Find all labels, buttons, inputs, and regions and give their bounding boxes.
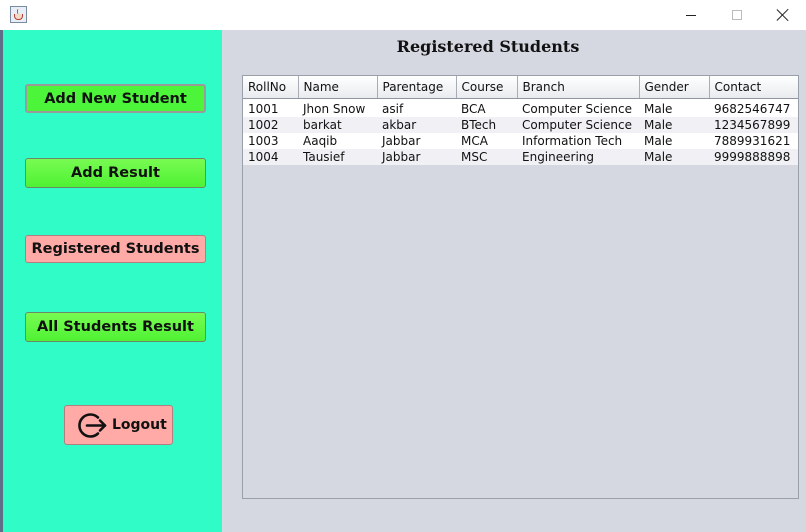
- table-cell: 9682546747: [709, 101, 798, 117]
- table-cell: Male: [639, 117, 709, 133]
- page-title: Registered Students: [396, 37, 580, 56]
- table-cell: Male: [639, 101, 709, 117]
- main-panel: Registered Students RollNo Name Parentag…: [222, 30, 806, 532]
- table-cell: Computer Science: [517, 101, 639, 117]
- all-students-result-button[interactable]: All Students Result: [25, 312, 206, 342]
- table-cell: 1234567899: [709, 117, 798, 133]
- table-cell: Computer Science: [517, 117, 639, 133]
- table-cell: MCA: [456, 133, 517, 149]
- table-cell: 1002: [243, 117, 298, 133]
- table-cell: asif: [377, 101, 456, 117]
- table-cell: barkat: [298, 117, 377, 133]
- table-row[interactable]: 1001 Jhon Snow asif BCA Computer Science…: [243, 101, 798, 117]
- registered-students-button[interactable]: Registered Students: [25, 235, 206, 263]
- logout-button[interactable]: Logout: [64, 405, 173, 445]
- table-header-row: RollNo Name Parentage Course Branch Gend…: [243, 76, 798, 99]
- table-cell: Aaqib: [298, 133, 377, 149]
- column-header-course[interactable]: Course: [456, 76, 518, 99]
- table-row[interactable]: 1002 barkat akbar BTech Computer Science…: [243, 117, 798, 133]
- table-cell: BCA: [456, 101, 517, 117]
- students-table: RollNo Name Parentage Course Branch Gend…: [243, 76, 798, 165]
- table-cell: 1001: [243, 101, 298, 117]
- window-title-bar: [0, 0, 806, 30]
- table-cell: Male: [639, 149, 709, 165]
- table-cell: Jabbar: [377, 149, 456, 165]
- column-header-rollno[interactable]: RollNo: [243, 76, 299, 99]
- table-cell: Jhon Snow: [298, 101, 377, 117]
- table-cell: Male: [639, 133, 709, 149]
- table-cell: 1004: [243, 149, 298, 165]
- close-icon: [776, 8, 790, 22]
- add-new-student-button[interactable]: Add New Student: [25, 84, 206, 113]
- students-table-scrollpane[interactable]: RollNo Name Parentage Course Branch Gend…: [242, 75, 799, 499]
- maximize-button[interactable]: [714, 0, 760, 30]
- logout-label: Logout: [112, 417, 167, 433]
- table-cell: 7889931621: [709, 133, 798, 149]
- close-button[interactable]: [760, 0, 806, 30]
- table-cell: Tausief: [298, 149, 377, 165]
- table-cell: Information Tech: [517, 133, 639, 149]
- java-cup-icon: [10, 6, 27, 23]
- table-cell: BTech: [456, 117, 517, 133]
- table-cell: MSC: [456, 149, 517, 165]
- sidebar: Add New Student Add Result Registered St…: [0, 30, 222, 532]
- column-header-gender[interactable]: Gender: [639, 76, 710, 99]
- minimize-button[interactable]: [668, 0, 714, 30]
- maximize-icon: [732, 10, 742, 20]
- column-header-contact[interactable]: Contact: [709, 76, 798, 99]
- table-row[interactable]: 1003 Aaqib Jabbar MCA Information Tech M…: [243, 133, 798, 149]
- column-header-name[interactable]: Name: [298, 76, 378, 99]
- logout-icon: [77, 410, 108, 441]
- add-result-button[interactable]: Add Result: [25, 158, 206, 188]
- table-cell: Jabbar: [377, 133, 456, 149]
- minimize-icon: [686, 14, 696, 16]
- table-row[interactable]: 1004 Tausief Jabbar MSC Engineering Male…: [243, 149, 798, 165]
- table-cell: akbar: [377, 117, 456, 133]
- column-header-branch[interactable]: Branch: [517, 76, 640, 99]
- table-cell: 1003: [243, 133, 298, 149]
- column-header-parentage[interactable]: Parentage: [377, 76, 457, 99]
- table-cell: Engineering: [517, 149, 639, 165]
- table-cell: 9999888898: [709, 149, 798, 165]
